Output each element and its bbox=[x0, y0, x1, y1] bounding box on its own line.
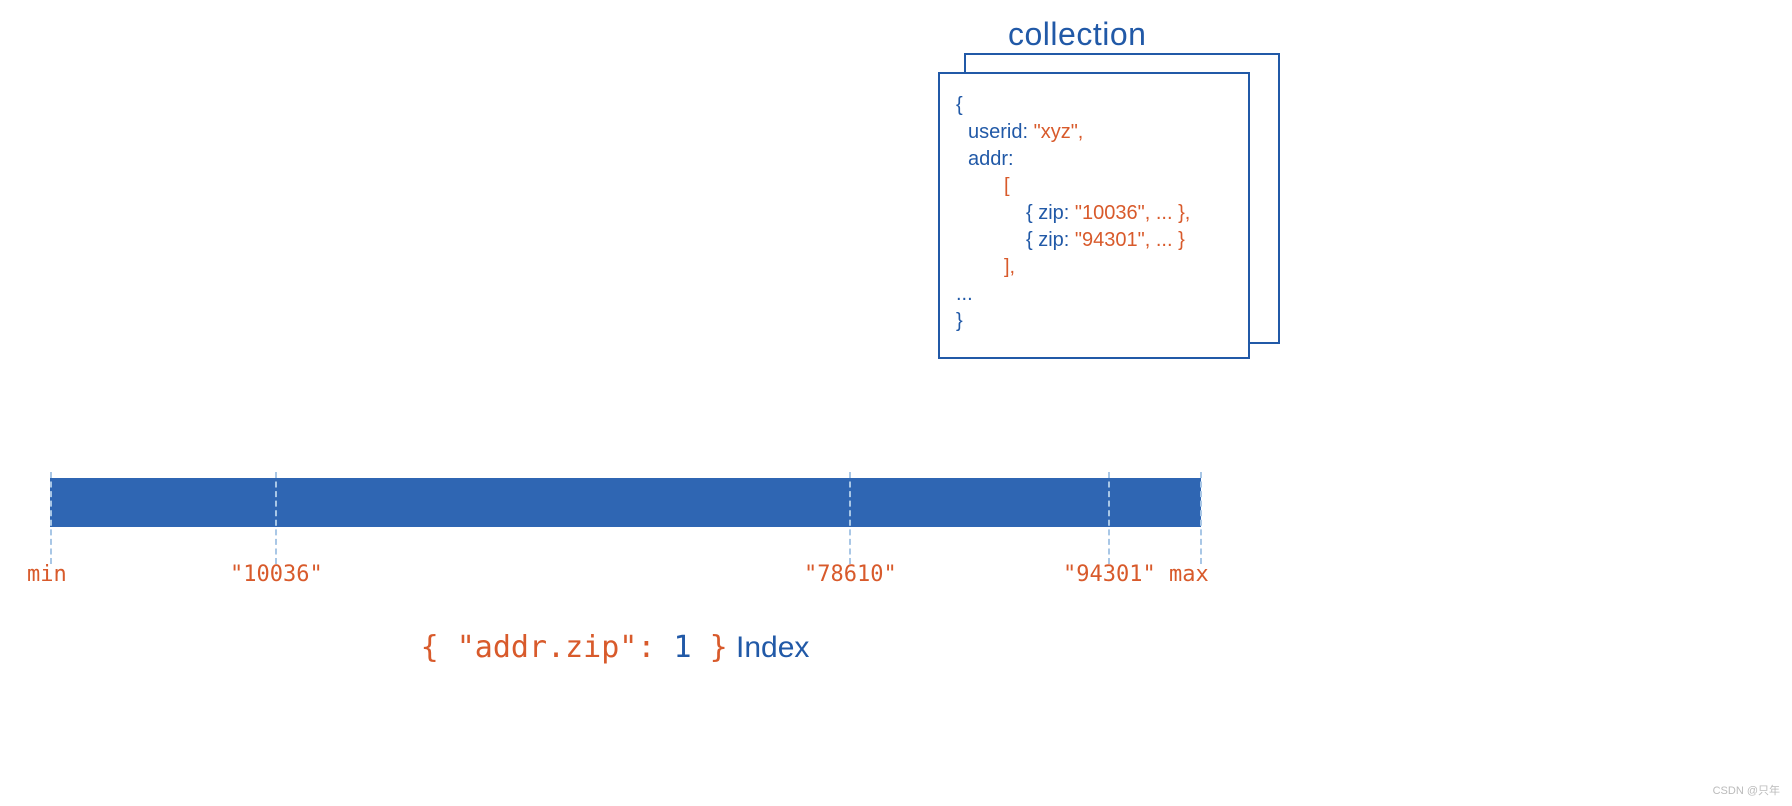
index-bar bbox=[50, 478, 1201, 527]
doc-dots: ... bbox=[956, 283, 973, 305]
index-tick-label: "94301" bbox=[1063, 562, 1156, 587]
doc-userid-key: userid: bbox=[968, 121, 1028, 143]
doc-userid-val: "xyz", bbox=[1028, 121, 1083, 143]
doc-brace-close: } bbox=[956, 310, 963, 332]
watermark: CSDN @只年 bbox=[1713, 782, 1780, 798]
index-tick bbox=[849, 472, 851, 564]
doc-zip2-val: "94301", ... } bbox=[1069, 229, 1184, 251]
index-tick-label: max bbox=[1169, 562, 1209, 587]
index-tick bbox=[275, 472, 277, 564]
index-tick-label: min bbox=[27, 562, 67, 587]
document-card: { userid: "xyz", addr: [ { zip: "10036",… bbox=[938, 72, 1250, 359]
index-tick bbox=[50, 472, 52, 564]
caption-brace-open: { bbox=[421, 630, 457, 665]
index-caption: { "addr.zip": 1 } Index bbox=[0, 630, 1230, 665]
collection-title: collection bbox=[1008, 16, 1146, 53]
doc-zip2-key: { zip: bbox=[1026, 229, 1069, 251]
caption-key: "addr.zip" bbox=[457, 630, 638, 665]
caption-colon: : bbox=[637, 630, 673, 665]
doc-zip1-key: { zip: bbox=[1026, 202, 1069, 224]
index-tick-label: "10036" bbox=[230, 562, 323, 587]
doc-zip1-val: "10036", ... }, bbox=[1069, 202, 1190, 224]
doc-array-open: [ bbox=[1004, 175, 1010, 197]
doc-addr-key: addr: bbox=[968, 148, 1014, 170]
index-tick bbox=[1200, 472, 1202, 564]
doc-brace-open: { bbox=[956, 94, 963, 116]
index-tick-label: "78610" bbox=[804, 562, 897, 587]
index-tick bbox=[1108, 472, 1110, 564]
caption-index-word: Index bbox=[728, 631, 810, 664]
doc-array-close: ], bbox=[1004, 256, 1015, 278]
caption-val: 1 bbox=[673, 630, 691, 665]
caption-brace-close: } bbox=[692, 630, 728, 665]
